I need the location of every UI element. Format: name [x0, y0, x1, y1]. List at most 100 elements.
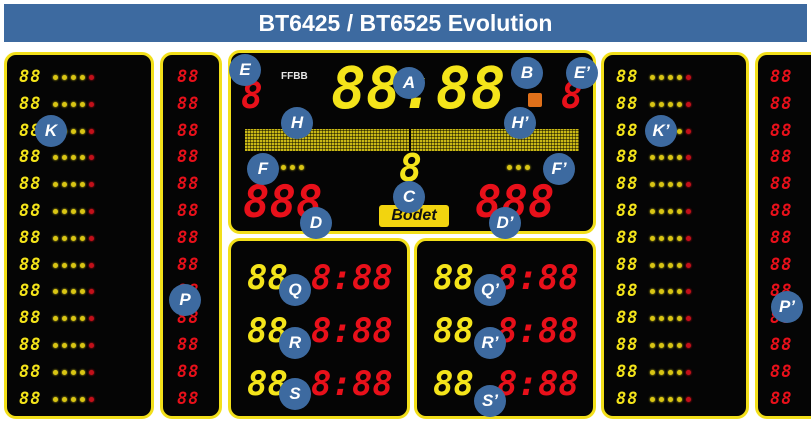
foul-dot	[53, 369, 58, 375]
foul-dot	[71, 155, 76, 161]
foul-dot	[677, 155, 682, 161]
foul-dot	[71, 182, 76, 188]
foul-dot	[80, 128, 85, 134]
player-foul-dots	[650, 289, 691, 295]
player-number-digits: 88	[19, 67, 42, 87]
marker-h: H	[281, 107, 313, 139]
foul-dot	[659, 75, 664, 80]
penalty-digits: 88	[177, 361, 200, 382]
penalty-digits: 88	[770, 174, 793, 195]
player-number-digits: 88	[616, 174, 639, 195]
marker-q: Q	[279, 274, 311, 306]
player-foul-dots	[53, 316, 94, 322]
foul-red-dot	[686, 101, 691, 107]
foul-dot	[650, 343, 655, 348]
foul-dot	[659, 235, 664, 241]
player-foul-dots	[650, 75, 691, 80]
marker-h-prime: H’	[504, 107, 536, 139]
player-foul-dots	[53, 235, 94, 241]
foul-dot	[650, 262, 655, 268]
foul-dot	[62, 369, 67, 375]
right-player-panel: 88 88 88 88 88 88 88 88 88 88 88 88 88	[601, 52, 749, 419]
penalty-player-number: 88	[433, 364, 474, 404]
foul-dot	[290, 165, 295, 170]
foul-dot	[668, 343, 673, 348]
foul-dot	[62, 289, 67, 295]
foul-dot	[71, 369, 76, 375]
foul-dot	[71, 289, 76, 295]
player-foul-dots	[650, 155, 691, 161]
foul-dot	[659, 343, 664, 348]
foul-red-dot	[686, 155, 691, 161]
player-foul-dots	[53, 155, 94, 161]
player-number-digits: 88	[616, 120, 639, 141]
foul-dot	[71, 343, 76, 348]
foul-dot	[62, 155, 67, 161]
foul-dot	[62, 262, 67, 268]
marker-f-prime: F’	[543, 153, 575, 185]
foul-red-dot	[89, 369, 94, 375]
foul-red-dot	[686, 262, 691, 268]
player-foul-dots	[650, 182, 691, 188]
left-penalty-column: 88888888888888888888888888	[160, 52, 222, 419]
foul-dot	[668, 262, 673, 268]
foul-dot	[659, 396, 664, 402]
foul-dot	[53, 262, 58, 268]
marker-p: P	[169, 284, 201, 316]
foul-dot	[80, 155, 85, 161]
foul-red-dot	[89, 235, 94, 241]
penalty-digits: 88	[770, 120, 793, 141]
player-foul-dots	[650, 209, 691, 214]
foul-dot	[80, 343, 85, 348]
page-title: BT6425 / BT6525 Evolution	[4, 4, 807, 42]
foul-dot	[677, 128, 682, 134]
penalty-digits: 88	[770, 201, 793, 221]
home-foul-dots	[281, 165, 304, 170]
player-foul-dots	[650, 101, 691, 107]
penalty-digits: 88	[177, 67, 200, 87]
penalty-digits: 88	[770, 254, 793, 275]
foul-dot	[62, 75, 67, 80]
foul-dot	[80, 289, 85, 295]
player-number-digits: 88	[616, 93, 639, 114]
penalty-time: 8:88	[497, 364, 579, 404]
foul-dot	[62, 343, 67, 348]
foul-dot	[53, 289, 58, 295]
foul-dot	[677, 316, 682, 322]
guest-team-name-display	[411, 129, 579, 151]
penalty-time: 8:88	[311, 311, 393, 351]
player-number-digits: 88	[19, 388, 42, 409]
foul-dot	[668, 209, 673, 214]
foul-dot	[71, 75, 76, 80]
player-foul-dots	[53, 75, 94, 80]
foul-dot	[53, 209, 58, 214]
foul-dot	[80, 182, 85, 188]
marker-p-prime: P’	[771, 291, 803, 323]
foul-dot	[62, 182, 67, 188]
foul-dot	[668, 369, 673, 375]
player-number-digits: 88	[19, 147, 42, 168]
penalty-player-number: 88	[433, 258, 474, 298]
foul-red-dot	[686, 289, 691, 295]
player-number-digits: 88	[616, 388, 639, 409]
player-foul-dots	[650, 316, 691, 322]
player-foul-dots	[650, 343, 691, 348]
foul-dot	[659, 262, 664, 268]
player-number-digits: 88	[19, 281, 42, 302]
foul-dot	[53, 316, 58, 322]
foul-red-dot	[89, 262, 94, 268]
marker-d-prime: D’	[489, 207, 521, 239]
penalty-digits: 88	[177, 388, 200, 409]
foul-dot	[668, 289, 673, 295]
player-number-digits: 88	[19, 227, 42, 248]
home-team-name-display	[245, 129, 409, 151]
player-number-digits: 88	[616, 254, 639, 275]
player-foul-dots	[53, 343, 94, 348]
foul-red-dot	[89, 101, 94, 107]
penalty-digits: 88	[177, 201, 200, 221]
foul-dot	[668, 316, 673, 322]
marker-d: D	[300, 207, 332, 239]
foul-red-dot	[686, 128, 691, 134]
penalty-digits: 88	[770, 93, 793, 114]
penalty-digits: 88	[770, 147, 793, 168]
